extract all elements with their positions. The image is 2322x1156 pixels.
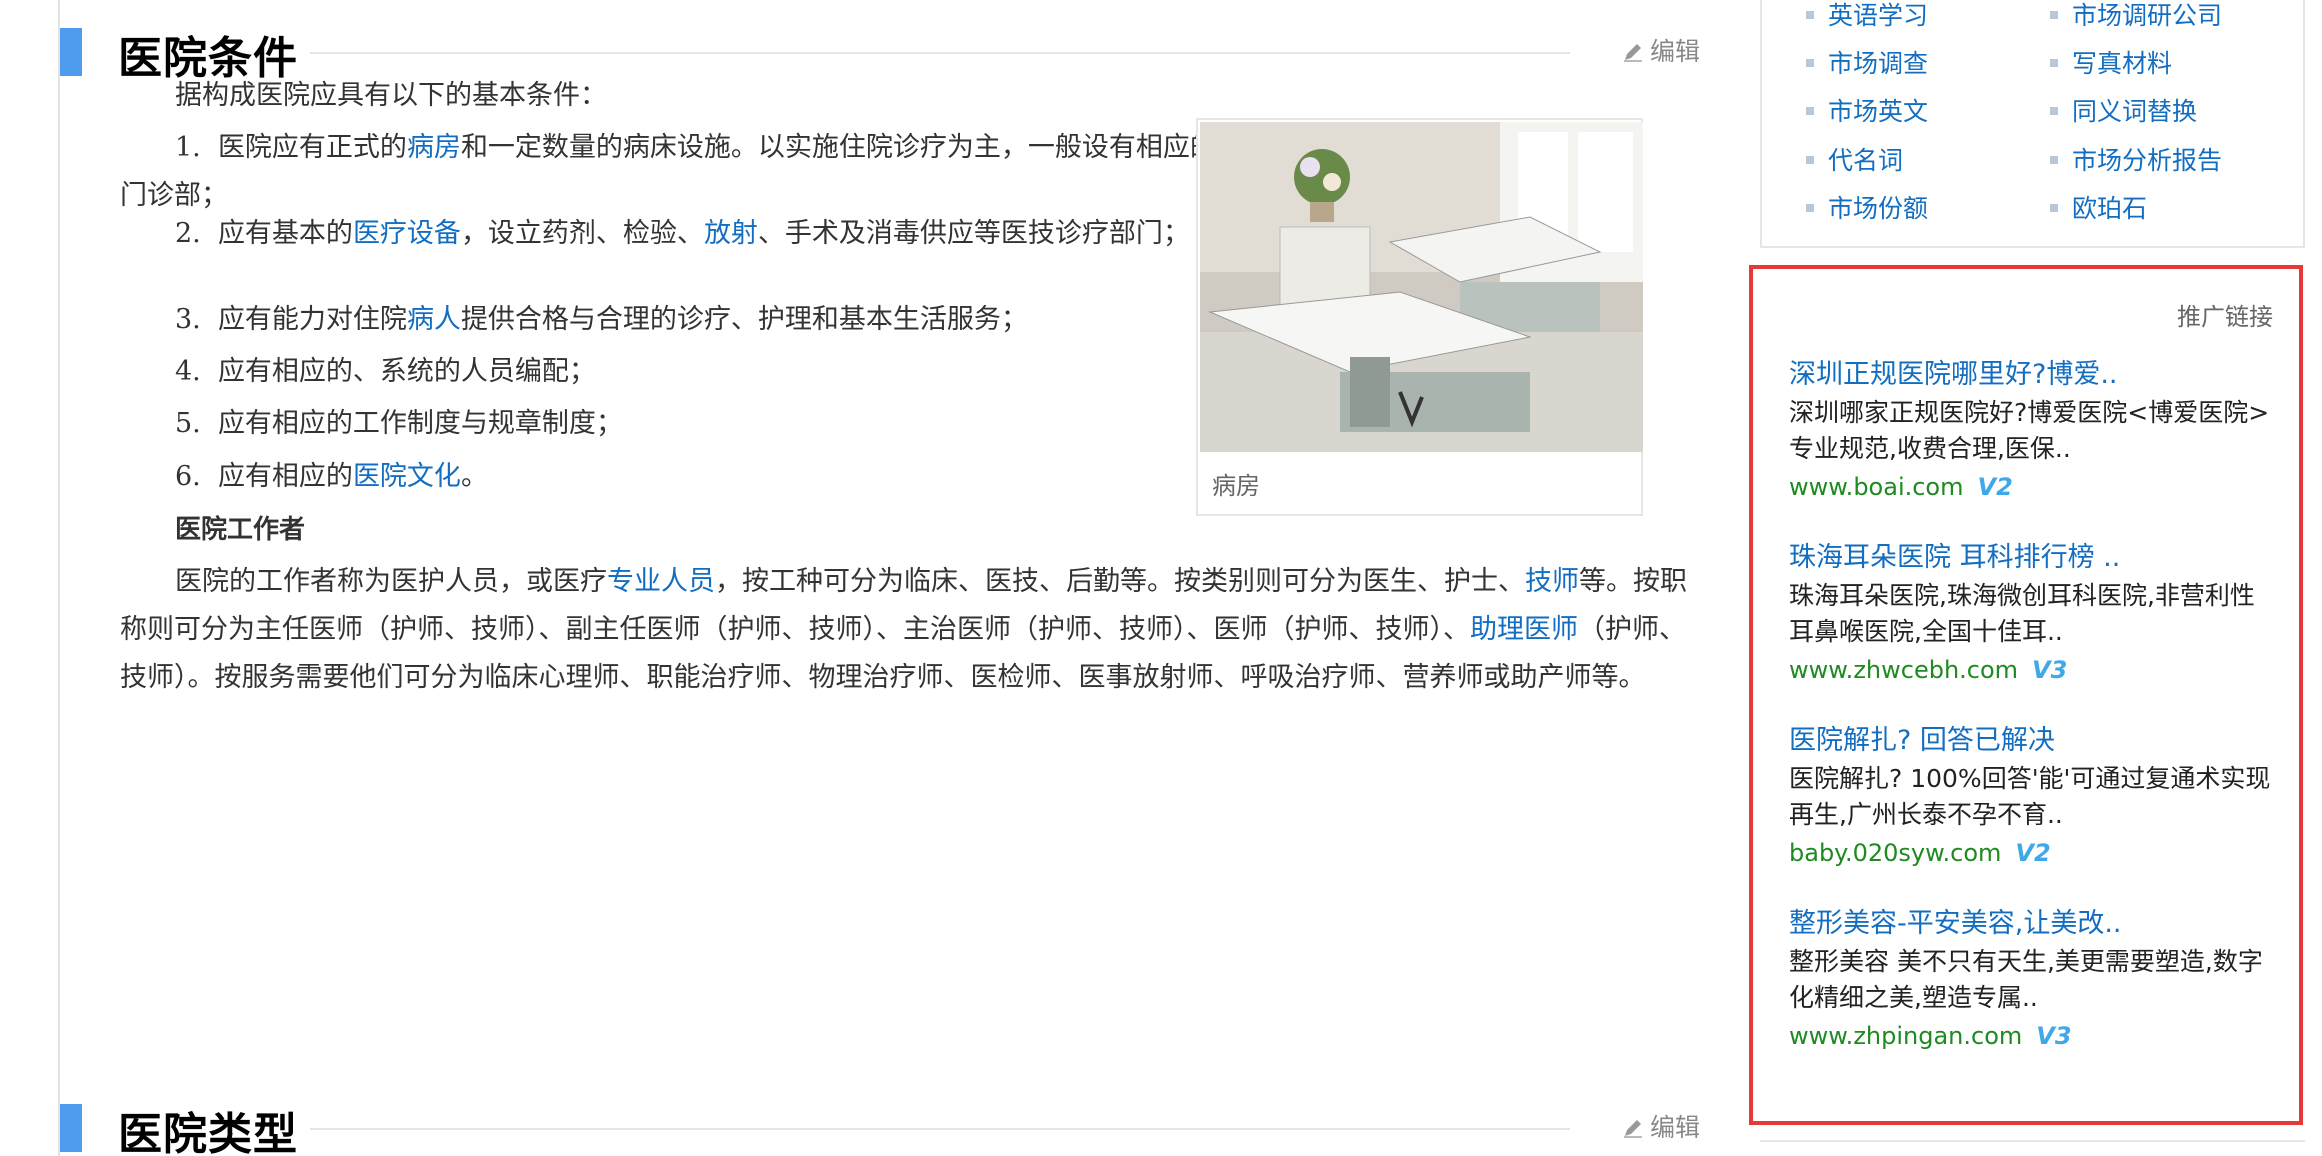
ad-description: 珠海耳朵医院,珠海微创耳科医院,非营利性耳鼻喉医院,全国十佳耳.. [1789,581,2255,646]
ad-title-link[interactable]: 珠海耳朵医院 耳科排行榜 .. [1789,540,2279,576]
verified-badge-icon: V3 [2036,1022,2072,1050]
intro-paragraph: 据构成医院应具有以下的基本条件： [120,72,1220,120]
related-term-link[interactable]: 市场份额 [1806,189,1928,225]
ad-description: 整形美容 美不只有天生,美更需要塑造,数字化精细之美,塑造专属.. [1789,947,2263,1012]
list-item: 3. 应有能力对住院病人提供合格与合理的诊疗、护理和基本生活服务； [120,296,1220,344]
figure-caption: 病房 [1212,472,1260,500]
link-radiology[interactable]: 放射 [704,218,758,249]
ad-item[interactable]: 医院解扎? 回答已解决 医院解扎? 100%回答'能'可通过复通术实现再生,广州… [1789,723,2279,871]
related-term-link[interactable]: 写真材料 [2050,44,2172,80]
list-item: 5. 应有相应的工作制度与规章制度； [120,400,1220,448]
ward-image-figure[interactable]: 病房 [1196,118,1643,516]
item-text: 应有能力对住院 [217,304,407,335]
item-number: 5. [175,408,201,439]
verified-badge-icon: V2 [1977,473,2013,501]
item-text: 应有相应的、系统的人员编配； [217,356,596,387]
ad-item[interactable]: 整形美容-平安美容,让美改.. 整形美容 美不只有天生,美更需要塑造,数字化精细… [1789,906,2279,1054]
item-text: ，设立药剂、检验、 [460,218,704,249]
subheading-workers: 医院工作者 [120,506,1220,554]
related-term-link[interactable]: 欧珀石 [2050,189,2147,225]
ad-description: 医院解扎? 100%回答'能'可通过复通术实现再生,广州长泰不孕不育.. [1789,764,2271,829]
link-professional[interactable]: 专业人员 [607,566,715,597]
ad-item[interactable]: 深圳正规医院哪里好?博爱.. 深圳哪家正规医院好?博爱医院<博爱医院>专业规范,… [1789,357,2279,505]
item-number: 2. [175,218,201,249]
paragraph-text: ，按工种可分为临床、医技、后勤等。按类别则可分为医生、护士、 [715,566,1525,597]
intro-text: 据构成医院应具有以下的基本条件： [175,80,607,111]
item-text: 、手术及消毒供应等医技诊疗部门； [757,218,1190,249]
item-number: 1. [175,132,201,163]
item-text: 应有相应的工作制度与规章制度； [217,408,623,439]
item-text: 提供合格与合理的诊疗、护理和基本生活服务； [460,304,1028,335]
item-text: 应有相应的 [217,461,353,492]
pencil-icon [1623,1120,1642,1138]
item-text: 。 [460,461,488,492]
ward-photo [1200,122,1643,452]
item-text: 医院应有正式的 [217,132,407,163]
paragraph-text: 医院的工作者称为医护人员，或医疗 [175,566,607,597]
ad-url[interactable]: www.zhpingan.com V3 [1789,1018,2279,1054]
workers-paragraph: 医院的工作者称为医护人员，或医疗专业人员，按工种可分为临床、医技、后勤等。按类别… [120,558,1700,702]
ad-title-link[interactable]: 整形美容-平安美容,让美改.. [1789,906,2279,942]
list-item: 1. 医院应有正式的病房和一定数量的病床设施。以实施住院诊疗为主，一般设有相应的… [120,124,1220,220]
sidebar-bottom-rule [1760,1140,2305,1142]
section-accent-bar [60,1104,82,1152]
ad-title-link[interactable]: 医院解扎? 回答已解决 [1789,723,2279,759]
list-item: 6. 应有相应的医院文化。 [120,453,1220,501]
verified-badge-icon: V3 [2032,656,2068,684]
subheading-text: 医院工作者 [175,515,306,545]
section-header-types: 医院类型 编辑 [60,1104,1700,1156]
related-term-link[interactable]: 代名词 [1806,141,1903,177]
item-text: 应有基本的 [217,218,353,249]
edit-button[interactable]: 编辑 [1622,1108,1700,1144]
edit-label: 编辑 [1649,1113,1700,1142]
section-divider [310,52,1570,54]
related-term-link[interactable]: 市场调研公司 [2050,0,2222,32]
ad-item[interactable]: 珠海耳朵医院 耳科排行榜 .. 珠海耳朵医院,珠海微创耳科医院,非营利性耳鼻喉医… [1789,540,2279,688]
link-patient[interactable]: 病人 [407,304,461,335]
section-accent-bar [60,28,82,76]
item-number: 4. [175,356,201,387]
section-title: 医院类型 [118,1109,298,1156]
link-hospital-culture[interactable]: 医院文化 [353,461,461,492]
sponsored-label: 推广链接 [2177,303,2273,331]
link-medical-equipment[interactable]: 医疗设备 [353,218,461,249]
ad-url[interactable]: www.zhwcebh.com V3 [1789,652,2279,688]
item-number: 6. [175,461,201,492]
related-term-link[interactable]: 市场英文 [1806,92,1928,128]
related-term-link[interactable]: 市场分析报告 [2050,141,2222,177]
edit-button[interactable]: 编辑 [1622,32,1700,68]
related-term-link[interactable]: 同义词替换 [2050,92,2197,128]
section-divider [310,1128,1570,1130]
pencil-icon [1623,44,1642,62]
list-item: 4. 应有相应的、系统的人员编配； [120,348,1220,396]
ad-url[interactable]: baby.020syw.com V2 [1789,835,2279,871]
link-assistant-physician[interactable]: 助理医师 [1470,614,1578,645]
link-technician[interactable]: 技师 [1525,566,1579,597]
link-bingfang[interactable]: 病房 [407,132,461,163]
related-term-link[interactable]: 市场调查 [1806,44,1928,80]
related-term-link[interactable]: 英语学习 [1806,0,1928,32]
item-number: 3. [175,304,201,335]
ad-url[interactable]: www.boai.com V2 [1789,469,2279,505]
sponsored-links-box: 推广链接 深圳正规医院哪里好?博爱.. 深圳哪家正规医院好?博爱医院<博爱医院>… [1749,265,2303,1125]
edit-label: 编辑 [1649,37,1700,66]
verified-badge-icon: V2 [2015,839,2051,867]
ad-title-link[interactable]: 深圳正规医院哪里好?博爱.. [1789,357,2279,393]
ad-description: 深圳哪家正规医院好?博爱医院<博爱医院>专业规范,收费合理,医保.. [1789,398,2270,463]
list-item: 2. 应有基本的医疗设备，设立药剂、检验、放射、手术及消毒供应等医技诊疗部门； [120,210,1220,258]
